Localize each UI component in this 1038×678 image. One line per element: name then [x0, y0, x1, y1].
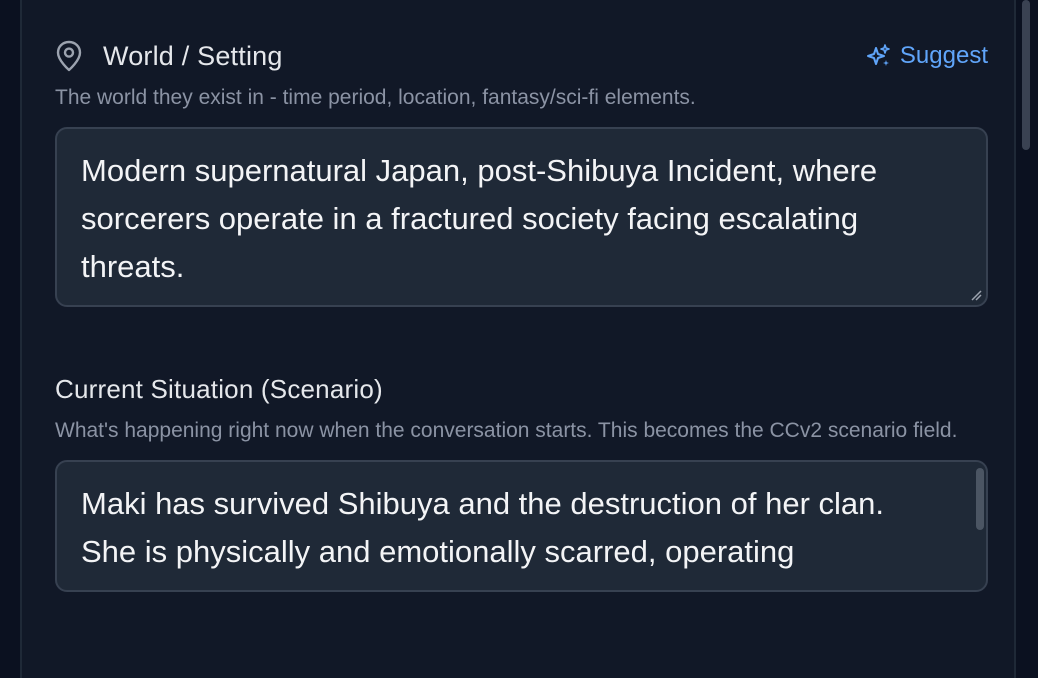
world-setting-hint: The world they exist in - time period, l…: [55, 86, 696, 109]
page-scrollbar-thumb[interactable]: [1022, 0, 1030, 150]
world-setting-textarea[interactable]: Modern supernatural Japan, post-Shibuya …: [55, 127, 988, 307]
scenario-textarea[interactable]: Maki has survived Shibuya and the destru…: [55, 460, 988, 592]
suggest-button[interactable]: Suggest: [866, 42, 988, 70]
world-setting-label: World / Setting: [103, 40, 283, 71]
world-setting-header: World / Setting Suggest: [55, 36, 988, 76]
scenario-hint: What's happening right now when the conv…: [55, 419, 958, 442]
map-pin-icon: [55, 40, 83, 72]
suggest-label: Suggest: [899, 42, 988, 69]
sparkles-icon: [866, 43, 892, 69]
scenario-field: Current Situation (Scenario) What's happ…: [55, 369, 988, 592]
world-setting-field: World / Setting Suggest The world they e…: [55, 36, 988, 307]
world-setting-label-group: World / Setting: [55, 40, 283, 72]
scenario-label: Current Situation (Scenario): [55, 373, 383, 404]
page-scrollbar[interactable]: [1020, 0, 1038, 666]
resize-grip-icon[interactable]: [970, 289, 982, 301]
world-setting-value: Modern supernatural Japan, post-Shibuya …: [81, 153, 878, 284]
scenario-scrollbar-thumb[interactable]: [976, 468, 984, 530]
scenario-header: Current Situation (Scenario): [55, 369, 988, 409]
scenario-value: Maki has survived Shibuya and the destru…: [81, 486, 885, 569]
